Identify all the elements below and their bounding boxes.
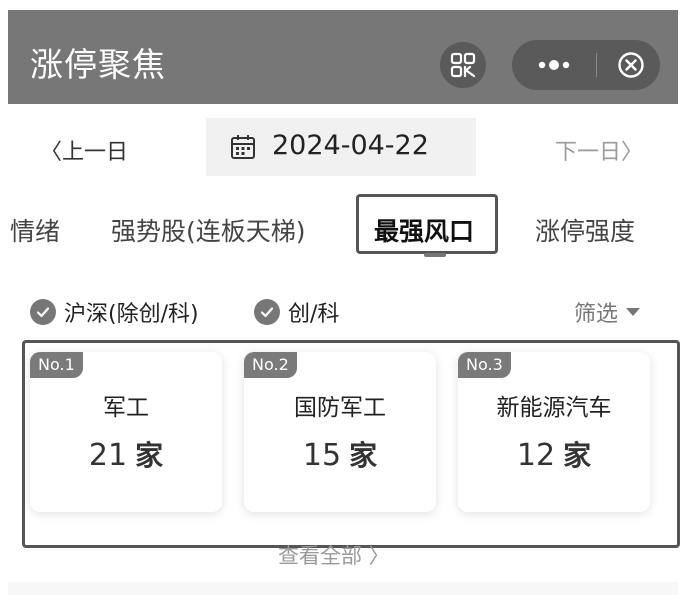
capsule-divider: [596, 53, 597, 77]
caret-down-icon: [626, 308, 641, 316]
close-circle-icon: [618, 52, 644, 78]
count-unit: 家: [349, 439, 378, 472]
tab-limit-up-strength[interactable]: 涨停强度: [535, 212, 635, 248]
tab-sentiment[interactable]: 情绪: [10, 212, 60, 248]
rank-badge: No.1: [30, 352, 83, 378]
trend-card[interactable]: No.1 军工 21 家: [30, 352, 222, 512]
page-title: 涨停聚焦: [30, 45, 166, 84]
sift-dropdown[interactable]: 筛选: [574, 296, 641, 328]
close-button[interactable]: [606, 40, 656, 90]
app-frame: 涨停聚焦 〈上一日 2024-04-22 下一日〉 情绪 强势股(连板天梯) 最…: [8, 10, 680, 595]
sector-name: 军工: [103, 395, 149, 421]
stock-count: 12 家: [458, 434, 650, 474]
qr-code-button[interactable]: [440, 42, 486, 88]
count-value: 21: [88, 438, 128, 473]
rank-badge: No.2: [244, 352, 297, 378]
count-unit: 家: [135, 439, 164, 472]
stock-count: 15 家: [244, 434, 436, 474]
sector-name: 国防军工: [294, 395, 386, 421]
more-dots-icon: [538, 60, 570, 70]
more-button[interactable]: [526, 40, 582, 90]
trend-card[interactable]: No.2 国防军工 15 家: [244, 352, 436, 512]
tab-indicator: [424, 253, 446, 257]
date-picker[interactable]: 2024-04-22: [206, 118, 476, 176]
prev-day-link[interactable]: 〈上一日: [40, 134, 128, 166]
trend-card[interactable]: No.3 新能源汽车 12 家: [458, 352, 650, 512]
filter-label: 创/科: [288, 302, 340, 327]
sector-name: 新能源汽车: [496, 395, 612, 421]
stock-count: 21 家: [30, 434, 222, 474]
count-value: 15: [302, 438, 342, 473]
filter-chinext-star[interactable]: 创/科: [254, 296, 339, 328]
sift-label: 筛选: [574, 302, 619, 327]
calendar-icon: [231, 135, 255, 159]
check-circle-icon: [254, 299, 280, 325]
next-day-link[interactable]: 下一日〉: [555, 134, 643, 166]
tab-strong-stocks[interactable]: 强势股(连板天梯): [111, 212, 306, 248]
section-divider: [8, 582, 678, 595]
filter-label: 沪深(除创/科): [64, 302, 199, 327]
current-date: 2024-04-22: [272, 130, 429, 161]
qr-code-icon: [450, 52, 476, 78]
check-circle-icon: [30, 299, 56, 325]
rank-badge: No.3: [458, 352, 511, 378]
count-unit: 家: [563, 439, 592, 472]
view-all-link[interactable]: 查看全部 〉: [278, 540, 390, 570]
tab-strongest-trend[interactable]: 最强风口: [374, 212, 474, 248]
count-value: 12: [516, 438, 556, 473]
header-bar: 涨停聚焦: [8, 10, 678, 104]
filter-shanghai-shenzhen[interactable]: 沪深(除创/科): [30, 296, 199, 328]
mini-program-capsule: [512, 40, 660, 90]
